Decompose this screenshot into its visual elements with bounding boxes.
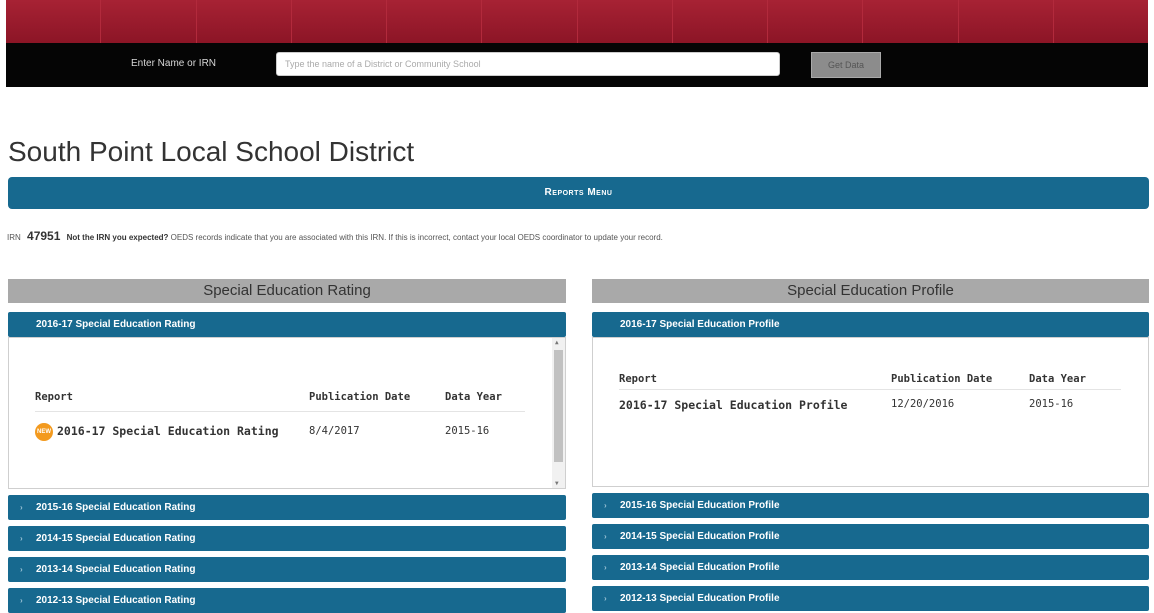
nav-tab[interactable]: [863, 0, 959, 43]
report-link[interactable]: 2016-17 Special Education Rating: [57, 424, 279, 438]
accordion-title: 2013-14 Special Education Profile: [620, 562, 780, 573]
report-table: Report Publication Date Data Year NEW 201…: [35, 361, 525, 443]
table-header-row: Report Publication Date Data Year: [35, 361, 525, 412]
accordion-panel: Report Publication Date Data Year 2016-1…: [592, 337, 1149, 487]
report-link[interactable]: 2016-17 Special Education Profile: [619, 398, 847, 412]
irn-number: 47951: [27, 229, 61, 243]
accordion-header[interactable]: › 2012-13 Special Education Rating: [8, 588, 566, 613]
table-row: NEW 2016-17 Special Education Rating 8/4/…: [35, 412, 525, 444]
accordion-header[interactable]: › 2015-16 Special Education Profile: [592, 493, 1149, 518]
column-header: Report: [35, 361, 309, 412]
accordion-header[interactable]: › 2014-15 Special Education Rating: [8, 526, 566, 551]
special-education-rating-section: Special Education Rating 2016-17 Special…: [8, 279, 566, 613]
page-title: South Point Local School District: [8, 136, 415, 167]
data-year: 2015-16: [1029, 398, 1074, 410]
column-header: Data Year: [445, 361, 525, 412]
irn-question: Not the IRN you expected?: [66, 233, 169, 242]
column-header: Publication Date: [891, 361, 1029, 390]
publication-date: 8/4/2017: [309, 425, 360, 437]
accordion-header-open[interactable]: 2016-17 Special Education Profile: [592, 312, 1149, 337]
publication-date: 12/20/2016: [891, 398, 955, 410]
reports-menu-button[interactable]: Reports Menu: [8, 177, 1149, 209]
accordion-header[interactable]: › 2015-16 Special Education Rating: [8, 495, 566, 520]
nav-tab[interactable]: [482, 0, 578, 43]
nav-tab[interactable]: [958, 0, 1054, 43]
nav-tab[interactable]: [196, 0, 292, 43]
search-input[interactable]: [276, 52, 780, 76]
report-cell: NEW 2016-17 Special Education Rating: [35, 412, 309, 444]
chevron-right-icon: ›: [604, 501, 607, 510]
chevron-right-icon: ›: [20, 565, 23, 574]
new-badge-icon: NEW: [35, 423, 53, 441]
search-bar: Enter Name or IRN Get Data: [6, 43, 1148, 87]
accordion-title: 2012-13 Special Education Profile: [620, 593, 780, 604]
chevron-right-icon: ›: [20, 596, 23, 605]
get-data-button[interactable]: Get Data: [811, 52, 881, 78]
nav-tab[interactable]: [291, 0, 387, 43]
section-header: Special Education Rating: [8, 279, 566, 303]
column-header: Publication Date: [309, 361, 445, 412]
top-banner: [6, 0, 1148, 43]
chevron-right-icon: ›: [20, 503, 23, 512]
accordion-header[interactable]: › 2014-15 Special Education Profile: [592, 524, 1149, 549]
column-header: Report: [619, 361, 891, 390]
accordion-title: 2016-17 Special Education Rating: [36, 319, 196, 330]
table-row: 2016-17 Special Education Profile 12/20/…: [619, 390, 1121, 412]
accordion-title: 2015-16 Special Education Rating: [36, 502, 196, 513]
irn-label: IRN: [7, 233, 21, 242]
scrollbar-thumb[interactable]: [554, 350, 563, 462]
accordion-title: 2014-15 Special Education Rating: [36, 533, 196, 544]
nav-tab[interactable]: [6, 0, 102, 43]
nav-tab[interactable]: [768, 0, 864, 43]
accordion-header[interactable]: › 2012-13 Special Education Profile: [592, 586, 1149, 611]
nav-tab[interactable]: [1053, 0, 1148, 43]
special-education-profile-section: Special Education Profile 2016-17 Specia…: [592, 279, 1149, 611]
accordion-title: 2013-14 Special Education Rating: [36, 564, 196, 575]
nav-tab[interactable]: [577, 0, 673, 43]
accordion-header[interactable]: › 2013-14 Special Education Profile: [592, 555, 1149, 580]
nav-tab[interactable]: [672, 0, 768, 43]
accordion-title: 2012-13 Special Education Rating: [36, 595, 196, 606]
nav-tab[interactable]: [387, 0, 483, 43]
column-header: Data Year: [1029, 361, 1121, 390]
accordion-panel: Report Publication Date Data Year NEW 201…: [8, 337, 566, 489]
section-header: Special Education Profile: [592, 279, 1149, 303]
chevron-right-icon: ›: [604, 563, 607, 572]
scroll-down-icon[interactable]: ▼: [555, 480, 559, 487]
accordion-title: 2015-16 Special Education Profile: [620, 500, 780, 511]
nav-tab[interactable]: [101, 0, 197, 43]
irn-note: OEDS records indicate that you are assoc…: [170, 233, 663, 242]
irn-info: IRN 47951 Not the IRN you expected? OEDS…: [7, 229, 663, 243]
chevron-right-icon: ›: [604, 532, 607, 541]
accordion-title: 2014-15 Special Education Profile: [620, 531, 780, 542]
report-cell: 2016-17 Special Education Profile: [619, 390, 891, 412]
report-table: Report Publication Date Data Year 2016-1…: [619, 361, 1121, 412]
scroll-up-icon[interactable]: ▲: [555, 339, 559, 346]
chevron-right-icon: ›: [604, 594, 607, 603]
panel-scrollbar[interactable]: ▲ ▼: [552, 338, 565, 488]
accordion-header[interactable]: › 2013-14 Special Education Rating: [8, 557, 566, 582]
accordion-title: 2016-17 Special Education Profile: [620, 319, 780, 330]
data-year: 2015-16: [445, 425, 490, 437]
chevron-right-icon: ›: [20, 534, 23, 543]
search-label: Enter Name or IRN: [131, 58, 217, 69]
accordion-header-open[interactable]: 2016-17 Special Education Rating: [8, 312, 566, 337]
table-header-row: Report Publication Date Data Year: [619, 361, 1121, 390]
